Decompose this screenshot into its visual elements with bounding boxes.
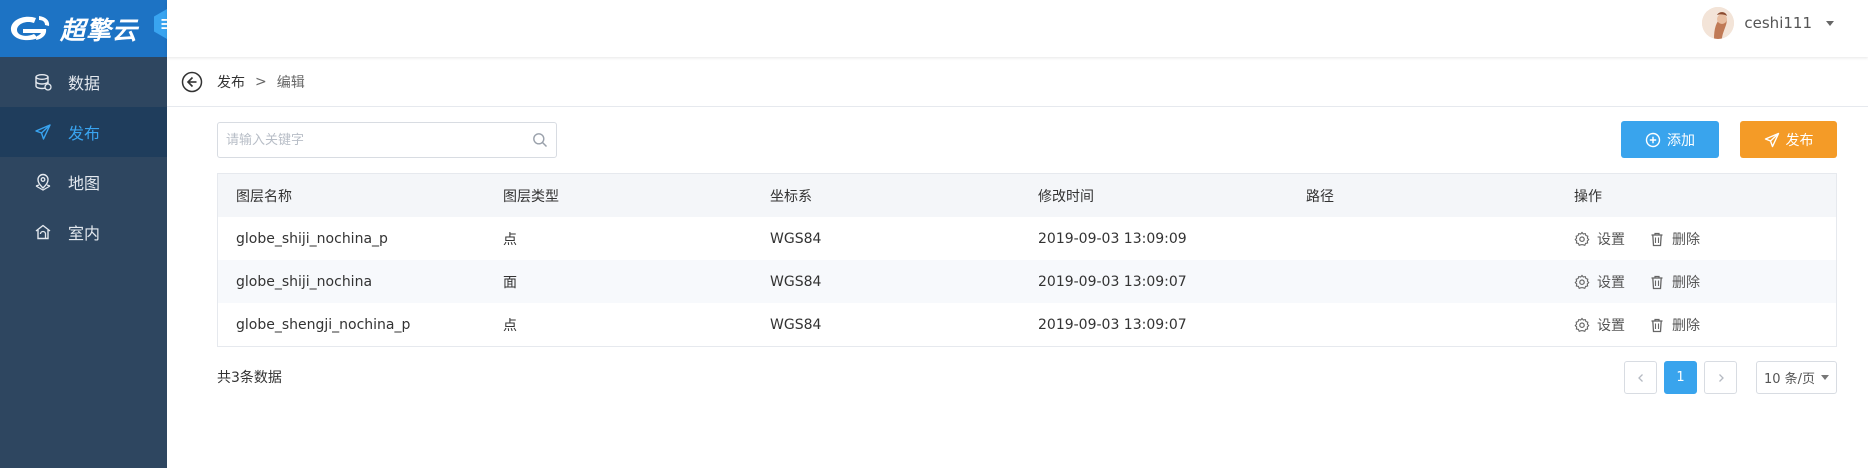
database-icon	[34, 73, 52, 91]
sidebar-item-data[interactable]: 数据	[0, 57, 167, 107]
home-icon	[34, 223, 52, 241]
trash-icon	[1649, 317, 1665, 333]
column-header-actions: 操作	[1574, 188, 1602, 205]
sidebar-item-label: 地图	[68, 174, 101, 193]
page-size-label: 10 条/页	[1763, 372, 1816, 387]
chevron-right-icon	[1718, 373, 1724, 382]
table-row: globe_shiji_nochina 面 WGS84 2019-09-03 1…	[218, 260, 1836, 303]
sidebar-item-label: 室内	[68, 224, 101, 243]
settings-button[interactable]: 设置	[1574, 229, 1625, 249]
delete-button[interactable]: 删除	[1649, 315, 1700, 335]
search-icon[interactable]	[532, 132, 548, 148]
layer-name: globe_shengji_nochina_p	[236, 316, 411, 333]
layer-type: 点	[503, 317, 517, 334]
logo-icon	[10, 15, 50, 40]
user-menu[interactable]: ceshi111	[1702, 6, 1834, 40]
publish-button-label: 发布	[1785, 132, 1814, 149]
settings-label: 设置	[1597, 274, 1625, 291]
plus-circle-icon	[1645, 132, 1661, 148]
page-size-select[interactable]: 10 条/页	[1756, 361, 1837, 394]
row-actions: 设置 删除	[1556, 272, 1836, 292]
gear-icon	[1574, 231, 1590, 247]
layer-type: 点	[503, 231, 517, 248]
delete-button[interactable]: 删除	[1649, 272, 1700, 292]
table-row: globe_shengji_nochina_p 点 WGS84 2019-09-…	[218, 303, 1836, 346]
sidebar-item-label: 发布	[68, 124, 101, 143]
gear-icon	[1574, 274, 1590, 290]
back-icon[interactable]	[181, 71, 203, 93]
trash-icon	[1649, 231, 1665, 247]
brand-name: 超擎云	[60, 15, 139, 45]
delete-label: 删除	[1672, 317, 1700, 334]
layer-crs: WGS84	[770, 273, 822, 290]
chevron-down-icon	[1821, 375, 1830, 380]
publish-button[interactable]: 发布	[1740, 121, 1837, 158]
layer-modified: 2019-09-03 13:09:07	[1038, 316, 1187, 333]
sidebar-item-indoor[interactable]: 室内	[0, 207, 167, 257]
send-icon	[1764, 132, 1780, 148]
row-actions: 设置 删除	[1556, 315, 1836, 335]
table-header: 图层名称 图层类型 坐标系 修改时间 路径 操作	[218, 174, 1836, 217]
delete-label: 删除	[1672, 231, 1700, 248]
column-header-crs: 坐标系	[770, 188, 812, 205]
sidebar-nav: 数据 发布 地图 室内	[0, 57, 167, 257]
chevron-left-icon	[1637, 373, 1643, 382]
layer-name: globe_shiji_nochina_p	[236, 230, 388, 247]
add-button[interactable]: 添加	[1621, 121, 1719, 158]
settings-label: 设置	[1597, 231, 1625, 248]
breadcrumb-item-publish[interactable]: 发布	[217, 72, 245, 92]
next-page-button[interactable]	[1704, 361, 1737, 394]
breadcrumb: 发布 > 编辑	[167, 58, 1868, 107]
top-header: ceshi111	[167, 0, 1868, 57]
column-header-modified: 修改时间	[1038, 188, 1094, 205]
search-box	[217, 122, 557, 158]
gear-icon	[1574, 317, 1590, 333]
send-icon	[34, 123, 52, 141]
logo-bar: 超擎云	[0, 0, 167, 57]
add-button-label: 添加	[1667, 132, 1695, 149]
layer-modified: 2019-09-03 13:09:09	[1038, 230, 1187, 247]
sidebar-item-map[interactable]: 地图	[0, 157, 167, 207]
prev-page-button[interactable]	[1624, 361, 1657, 394]
layer-modified: 2019-09-03 13:09:07	[1038, 273, 1187, 290]
column-header-path: 路径	[1306, 188, 1334, 205]
layer-name: globe_shiji_nochina	[236, 273, 373, 290]
row-actions: 设置 删除	[1556, 229, 1836, 249]
sidebar: 超擎云 数据 发布 地图 室内	[0, 0, 180, 468]
delete-label: 删除	[1672, 274, 1700, 291]
column-header-layer-name: 图层名称	[236, 188, 292, 205]
total-count: 共3条数据	[217, 370, 282, 386]
username: ceshi111	[1744, 14, 1812, 32]
search-input[interactable]	[218, 123, 532, 157]
settings-button[interactable]: 设置	[1574, 315, 1625, 335]
layer-type: 面	[503, 274, 517, 291]
sidebar-item-publish[interactable]: 发布	[0, 107, 167, 157]
layer-crs: WGS84	[770, 230, 822, 247]
breadcrumb-item-edit: 编辑	[276, 75, 305, 91]
page-1-button[interactable]: 1	[1664, 361, 1697, 394]
layer-crs: WGS84	[770, 316, 822, 333]
breadcrumb-separator: >	[255, 74, 267, 90]
sidebar-item-label: 数据	[68, 74, 101, 93]
map-pin-icon	[34, 173, 52, 191]
chevron-down-icon	[1826, 20, 1834, 26]
settings-button[interactable]: 设置	[1574, 272, 1625, 292]
column-header-layer-type: 图层类型	[503, 188, 559, 205]
settings-label: 设置	[1597, 317, 1625, 334]
delete-button[interactable]: 删除	[1649, 229, 1700, 249]
trash-icon	[1649, 274, 1665, 290]
layer-table: 图层名称 图层类型 坐标系 修改时间 路径 操作 globe_shiji_noc…	[217, 173, 1837, 347]
avatar	[1702, 7, 1735, 39]
table-row: globe_shiji_nochina_p 点 WGS84 2019-09-03…	[218, 217, 1836, 260]
